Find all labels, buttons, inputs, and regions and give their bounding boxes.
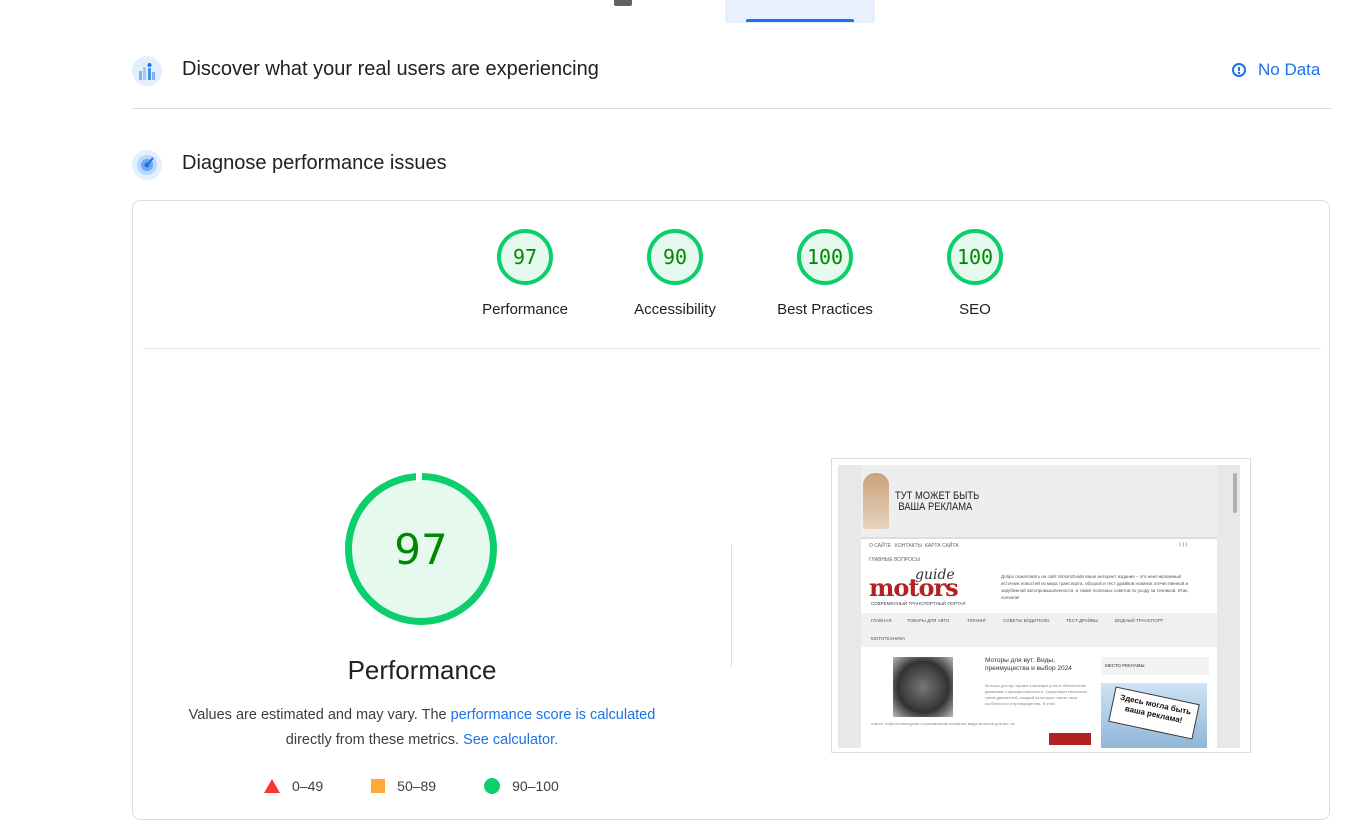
gauge-label: Accessibility: [634, 301, 716, 318]
site-content: Моторы для вут: Виды, преимущества и выб…: [861, 647, 1217, 748]
gauge-score: 100: [797, 229, 853, 285]
lab-data-icon: [132, 150, 162, 185]
banner-person-image: [863, 473, 889, 529]
desc-text-2: directly from these metrics.: [285, 732, 464, 748]
main-menu-item: ГЛАВНАЯ: [871, 618, 892, 623]
legend-range: 50–89: [397, 778, 437, 794]
top-menu-item: ГЛАВНЫЕ ВОПРОСЫ: [869, 557, 920, 563]
legend-average: 50–89: [371, 778, 436, 794]
gauges-divider: [143, 348, 1321, 349]
pass-circle-icon: [484, 778, 501, 794]
main-menu-item: СОВЕТЫ ВОДИТЕЛЮ: [1003, 618, 1050, 623]
gauge-score: 90: [647, 229, 703, 285]
performance-title: Performance: [347, 655, 497, 685]
gauge-score: 100: [947, 229, 1003, 285]
top-menu-item: О САЙТЕ: [869, 543, 892, 549]
main-menu-item: ВОДНЫЙ ТРАНСПОРТ: [1115, 618, 1164, 623]
main-menu-item: ТЮНИНГ: [967, 618, 987, 623]
legend-range: 90–100: [512, 778, 559, 794]
vertical-separator: [731, 545, 732, 667]
average-square-icon: [371, 779, 386, 793]
discover-title: Discover what your real users are experi…: [182, 58, 599, 80]
logo-motors: motors: [869, 573, 959, 602]
site-logo-area: guide motors СОВРЕМЕННЫЙ ТРАНСПОРТНЫЙ ПО…: [861, 565, 1217, 613]
ad-title: МЕСТО РЕКЛАМЫ: [1105, 663, 1145, 668]
diagnose-title: Diagnose performance issues: [182, 152, 447, 174]
active-tab-indicator: [746, 19, 854, 22]
score-gauges: 97 Performance 90 Accessibility 100 Best…: [450, 229, 1050, 318]
screenshot-scrollbar: [1233, 473, 1237, 513]
site-banner: ТУТ МОЖЕТ БЫТЬ ВАША РЕКЛАМА: [861, 465, 1217, 537]
logo-tagline: СОВРЕМЕННЫЙ ТРАНСПОРТНЫЙ ПОРТАЛ: [871, 601, 966, 606]
gauge-performance[interactable]: 97 Performance: [450, 229, 600, 318]
legend-pass: 90–100: [484, 778, 559, 794]
gauge-seo[interactable]: 100 SEO: [900, 229, 1050, 318]
see-calculator-link[interactable]: See calculator.: [463, 732, 558, 748]
section-divider: [132, 108, 1332, 109]
post-title: Моторы для вут: Виды, преимущества и выб…: [985, 657, 1072, 672]
document-icon[interactable]: [614, 0, 632, 6]
main-menu-item: ТЕСТ-ДРАЙВЫ: [1066, 618, 1099, 623]
gauge-score: 97: [497, 229, 553, 285]
legend-range: 0–49: [292, 778, 324, 794]
gauge-label: Best Practices: [777, 301, 873, 318]
top-menu-item: КОНТАКТЫ: [895, 543, 922, 549]
gauge-label: SEO: [959, 301, 991, 318]
rss-icon: ⟩ ⟩ ⟩: [1179, 542, 1188, 548]
read-more-button: [1049, 733, 1091, 745]
banner-text: ТУТ МОЖЕТ БЫТЬ ВАША РЕКЛАМА: [895, 491, 979, 513]
performance-big-gauge: 97: [345, 473, 497, 625]
gauge-accessibility[interactable]: 90 Accessibility: [600, 229, 750, 318]
engine-image: [893, 657, 953, 717]
fail-triangle-icon: [264, 779, 280, 793]
gauge-best-practices[interactable]: 100 Best Practices: [750, 229, 900, 318]
billboard-image: Здесь могла быть ваша реклама!: [1101, 683, 1207, 748]
screenshot-site: ТУТ МОЖЕТ БЫТЬ ВАША РЕКЛАМА О САЙТЕ КОНТ…: [861, 465, 1217, 748]
performance-score-link[interactable]: performance score is calculated: [451, 707, 656, 723]
post-excerpt: Моторы для вут играют ключевую роль в об…: [985, 683, 1088, 706]
final-screenshot[interactable]: ТУТ МОЖЕТ БЫТЬ ВАША РЕКЛАМА О САЙТЕ КОНТ…: [831, 458, 1251, 753]
no-data-link[interactable]: No Data: [1232, 60, 1320, 80]
gauge-gap: [416, 469, 422, 481]
banner-line2: ВАША РЕКЛАМА: [898, 501, 973, 513]
legend-fail: 0–49: [264, 778, 323, 794]
no-data-label: No Data: [1258, 60, 1321, 79]
site-description: Добро пожаловать на сайт MotorsGuide ваш…: [1001, 574, 1189, 600]
site-top-menu: О САЙТЕ КОНТАКТЫ КАРТА САЙТА ГЛАВНЫЕ ВОП…: [861, 537, 1217, 567]
main-menu-item: ТОВАРЫ ДЛЯ АВТО: [907, 618, 950, 623]
users-field-data-icon: [132, 56, 162, 91]
performance-description: Values are estimated and may vary. The p…: [162, 703, 682, 753]
billboard-text: Здесь могла быть ваша реклама!: [1108, 686, 1200, 740]
ad-box: МЕСТО РЕКЛАМЫ: [1101, 657, 1209, 675]
info-icon: [1232, 63, 1246, 77]
post-more: статье: https://motorsguide.ru рассмотри…: [871, 721, 1015, 726]
gauge-label: Performance: [482, 301, 568, 318]
performance-big-score: 97: [394, 524, 448, 574]
desc-text-1: Values are estimated and may vary. The: [188, 707, 451, 723]
top-menu-item: КАРТА САЙТА: [925, 543, 959, 549]
site-main-menu: ГЛАВНАЯ ТОВАРЫ ДЛЯ АВТО ТЮНИНГ СОВЕТЫ ВО…: [861, 613, 1217, 647]
screenshot-viewport: ТУТ МОЖЕТ БЫТЬ ВАША РЕКЛАМА О САЙТЕ КОНТ…: [838, 465, 1240, 748]
main-menu-item: МОТОТЕХНИКА: [871, 636, 906, 641]
score-legend: 0–49 50–89 90–100: [264, 778, 607, 794]
